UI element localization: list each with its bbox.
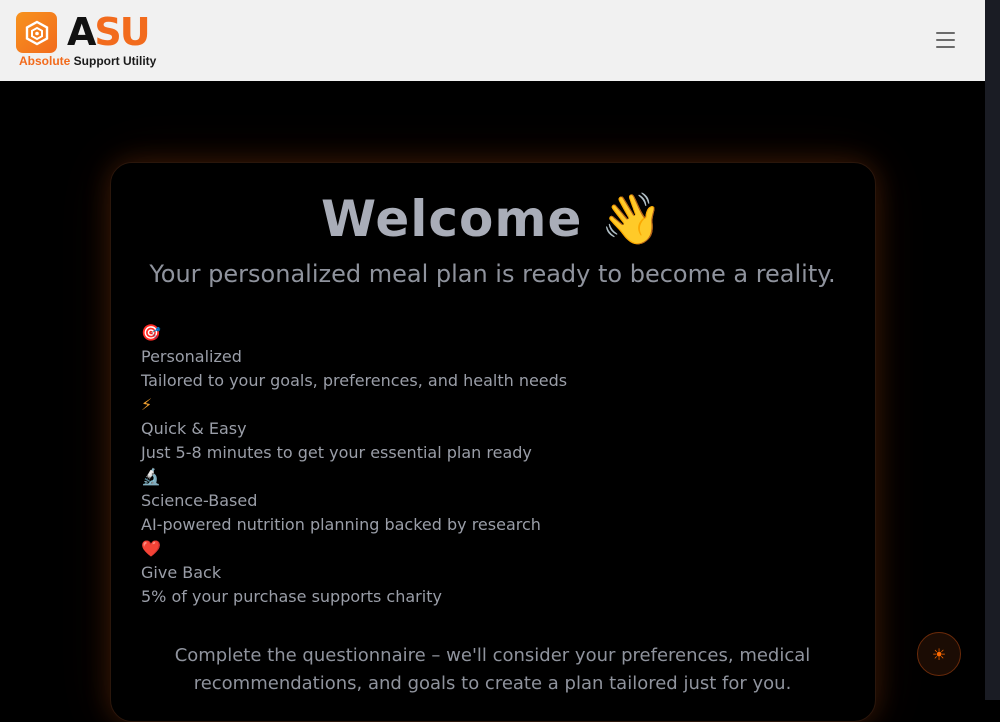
- target-icon: 🎯: [141, 323, 161, 342]
- feature-science-based: 🔬 Science-Based AI-powered nutrition pla…: [141, 465, 781, 537]
- logo-wordmark: ASU: [67, 10, 151, 54]
- feature-description: Tailored to your goals, preferences, and…: [141, 371, 568, 390]
- top-header: ASU Absolute Support Utility: [0, 0, 985, 81]
- theme-toggle-button[interactable]: ☀: [917, 632, 961, 676]
- feature-title: Personalized: [141, 347, 242, 366]
- feature-title: Quick & Easy: [141, 419, 247, 438]
- heart-icon: ❤️: [141, 539, 161, 558]
- hexagon-logo-icon: [16, 12, 57, 53]
- feature-quick-easy: ⚡ Quick & Easy Just 5-8 minutes to get y…: [141, 393, 781, 465]
- feature-personalized: 🎯 Personalized Tailored to your goals, p…: [141, 321, 781, 393]
- welcome-title: Welcome 👋: [320, 190, 665, 248]
- page-scrollbar[interactable]: [985, 0, 1000, 700]
- feature-description: Just 5-8 minutes to get your essential p…: [141, 443, 532, 462]
- lightning-icon: ⚡: [141, 395, 153, 414]
- feature-description: AI-powered nutrition planning backed by …: [141, 515, 541, 534]
- feature-title: Give Back: [141, 563, 222, 582]
- feature-title: Science-Based: [141, 491, 258, 510]
- feature-list: 🎯 Personalized Tailored to your goals, p…: [141, 321, 781, 609]
- questionnaire-note: Complete the questionnaire – we'll consi…: [174, 645, 811, 694]
- logo-tagline: Absolute Support Utility: [19, 54, 157, 68]
- hamburger-menu-icon[interactable]: [929, 28, 961, 52]
- feature-description: 5% of your purchase supports charity: [141, 587, 442, 606]
- microscope-icon: 🔬: [141, 467, 161, 486]
- sun-icon: ☀: [931, 644, 947, 664]
- feature-give-back: ❤️ Give Back 5% of your purchase support…: [141, 537, 781, 609]
- welcome-subtitle: Your personalized meal plan is ready to …: [149, 260, 836, 288]
- asu-logo[interactable]: ASU Absolute Support Utility: [16, 10, 166, 70]
